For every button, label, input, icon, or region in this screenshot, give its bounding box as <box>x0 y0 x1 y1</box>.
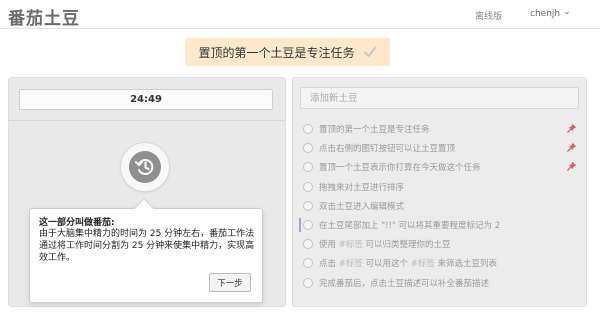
task-text[interactable]: 完成番茄后，点击土豆描述可以补全番茄描述 <box>319 277 489 289</box>
task-text-part: 使用 <box>319 240 339 251</box>
next-step-button[interactable]: 下一步 <box>209 273 251 292</box>
task-item[interactable]: 完成番茄后，点击土豆描述可以补全番茄描述 <box>303 275 583 291</box>
tooltip-body: 由于大脑集中精力的时间为 25 分钟左右，番茄工作法通过将工作时间分割为 25 … <box>39 229 255 263</box>
header-divider <box>0 28 600 29</box>
task-text[interactable]: 在土豆尾部加上 "!!" 可以将其重要程度标记为 2 <box>319 219 500 231</box>
task-checkbox[interactable] <box>303 239 313 250</box>
task-text-part: 置顶一个土豆表示你打算在今天做这个任务 <box>319 163 481 174</box>
task-text-part: 点击 <box>319 259 339 270</box>
check-icon <box>363 46 376 57</box>
task-item[interactable]: 置顶一个土豆表示你打算在今天做这个任务 <box>303 159 583 175</box>
task-text[interactable]: 置顶的第一个土豆是专注任务 <box>319 123 430 135</box>
task-text-part: 双击土豆进入编辑模式 <box>319 201 405 212</box>
task-item[interactable]: 置顶的第一个土豆是专注任务 <box>303 121 583 137</box>
pin-icon[interactable] <box>567 142 577 152</box>
app-header <box>0 0 600 30</box>
task-checkbox[interactable] <box>303 143 313 154</box>
task-text[interactable]: 双击土豆进入编辑模式 <box>319 200 404 212</box>
task-text-part: 来筛选土豆列表 <box>434 259 498 270</box>
importance-marker <box>299 218 301 232</box>
user-menu[interactable]: chenjh ⌄ <box>530 7 571 19</box>
pin-icon[interactable] <box>567 161 577 172</box>
start-pomodoro-button[interactable] <box>120 142 170 192</box>
pin-icon[interactable] <box>567 123 577 133</box>
task-item[interactable]: 双击土豆进入编辑模式 <box>303 198 583 214</box>
tooltip-title: 这一部分叫做番茄: <box>39 218 115 228</box>
timer-divider <box>9 120 285 121</box>
task-checkbox[interactable] <box>303 181 313 192</box>
offline-version-link[interactable]: 离线版 <box>475 9 502 22</box>
task-text-part: 可以用这个 <box>362 259 411 270</box>
username: chenjh <box>530 9 561 19</box>
task-text-part: 置顶的第一个土豆是专注任务 <box>319 125 430 135</box>
task-text[interactable]: 拖拽来对土豆进行排序 <box>319 181 404 193</box>
task-checkbox[interactable] <box>303 124 313 134</box>
task-tag[interactable]: #标签 <box>411 259 435 269</box>
app-title: 番茄土豆 <box>8 9 80 29</box>
task-checkbox[interactable] <box>303 162 313 173</box>
history-clock-icon <box>135 159 154 175</box>
task-text-part: 完成番茄后，点击土豆描述可以补全番茄描述 <box>319 278 490 289</box>
task-tag[interactable]: #标签 <box>339 240 363 250</box>
task-item[interactable]: 点击 #标签 可以用这个 #标签 来筛选土豆列表 <box>303 255 583 271</box>
task-item[interactable]: 点击右侧的图钉按钮可以让土豆置顶 <box>303 140 583 156</box>
task-checkbox[interactable] <box>303 220 313 230</box>
task-item[interactable]: 拖拽来对土豆进行排序 <box>303 179 583 195</box>
timer-display: 24:49 <box>19 89 273 110</box>
task-text-part: 在土豆尾部加上 "!!" 可以将其重要程度标记为 2 <box>319 221 501 231</box>
task-text[interactable]: 点击 #标签 可以用这个 #标签 来筛选土豆列表 <box>319 257 497 269</box>
task-checkbox[interactable] <box>303 277 313 288</box>
task-text-part: 拖拽来对土豆进行排序 <box>319 182 405 193</box>
task-text[interactable]: 点击右侧的图钉按钮可以让土豆置顶 <box>319 142 455 154</box>
task-text[interactable]: 置顶一个土豆表示你打算在今天做这个任务 <box>319 161 481 173</box>
task-checkbox[interactable] <box>303 258 313 269</box>
task-item[interactable]: 在土豆尾部加上 "!!" 可以将其重要程度标记为 2 <box>303 217 583 233</box>
add-task-input[interactable] <box>300 87 579 109</box>
focus-task-banner: 置顶的第一个土豆是专注任务 <box>185 38 390 66</box>
chevron-down-icon: ⌄ <box>563 7 571 17</box>
task-text-part: 可以归类整理你的土豆 <box>362 240 451 251</box>
task-checkbox[interactable] <box>303 200 313 211</box>
task-tag[interactable]: #标签 <box>339 259 363 269</box>
banner-text: 置顶的第一个土豆是专注任务 <box>198 45 355 60</box>
task-item[interactable]: 使用 #标签 可以归类整理你的土豆 <box>303 236 583 252</box>
task-text[interactable]: 使用 #标签 可以归类整理你的土豆 <box>319 238 451 250</box>
task-text-part: 点击右侧的图钉按钮可以让土豆置顶 <box>319 144 456 155</box>
